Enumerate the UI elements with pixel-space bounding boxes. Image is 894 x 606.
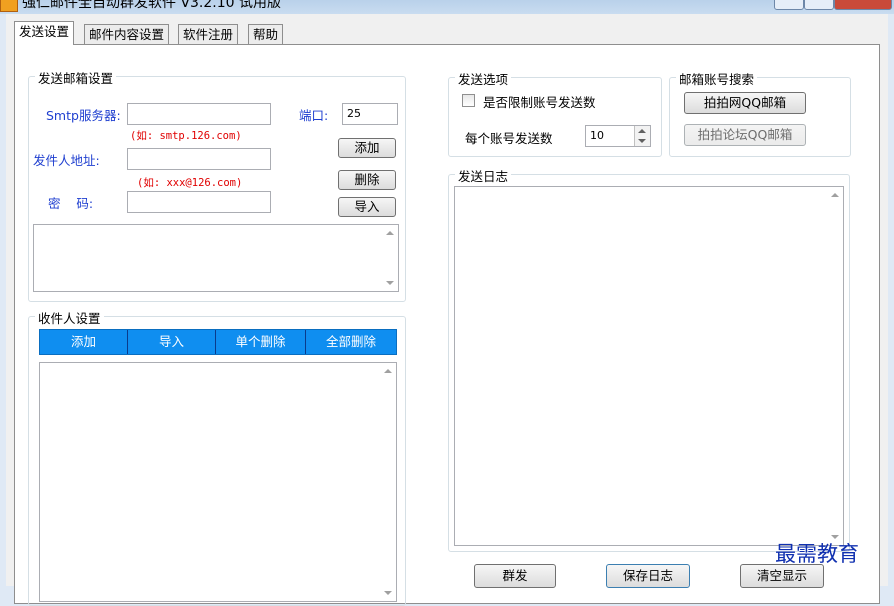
scroll-up-icon[interactable]: [831, 193, 839, 197]
stepper-down-icon[interactable]: [638, 139, 646, 143]
send-options-title: 发送选项: [455, 69, 512, 88]
per-account-value: 10: [590, 129, 604, 142]
scroll-up-icon[interactable]: [386, 231, 394, 235]
sender-settings-title: 发送邮箱设置: [35, 68, 117, 87]
tab-registration[interactable]: 软件注册: [178, 24, 239, 44]
smtp-server-input[interactable]: [127, 103, 271, 125]
close-icon[interactable]: [834, 0, 892, 10]
tab-send-settings[interactable]: 发送设置: [14, 21, 75, 45]
delete-sender-button[interactable]: 删除: [338, 170, 396, 190]
search-qq-mail-button[interactable]: 拍拍网QQ邮箱: [684, 92, 806, 114]
from-address-input[interactable]: [127, 148, 271, 170]
scroll-down-icon[interactable]: [386, 281, 394, 285]
per-account-label: 每个账号发送数: [465, 131, 553, 146]
app-icon: [0, 0, 18, 12]
client-area: 发送设置 邮件内容设置 软件注册 帮助 发送邮箱设置 Smtp服务器: 端口: …: [6, 14, 888, 606]
add-recipient-button[interactable]: 添加: [40, 330, 128, 354]
search-forum-qq-mail-button[interactable]: 拍拍论坛QQ邮箱: [684, 124, 806, 146]
import-sender-button[interactable]: 导入: [338, 197, 396, 217]
window-controls: [774, 0, 894, 10]
recipient-list-box[interactable]: [39, 362, 397, 602]
sender-list-scrollbar[interactable]: [382, 225, 398, 291]
title-bar: 强仁邮件全自动群发软件 V3.2.10 试用版: [0, 0, 894, 14]
per-account-stepper[interactable]: 10: [585, 125, 651, 147]
limit-send-label: 是否限制账号发送数: [483, 95, 596, 110]
smtp-hint: (如: smtp.126.com): [130, 130, 242, 142]
recipient-list-scrollbar[interactable]: [380, 363, 396, 601]
recipient-settings-title: 收件人设置: [35, 308, 104, 327]
import-recipient-button[interactable]: 导入: [128, 330, 216, 354]
maximize-icon[interactable]: [804, 0, 834, 10]
send-log-scrollbar[interactable]: [827, 187, 843, 545]
stepper-arrows[interactable]: [634, 126, 650, 146]
scroll-down-icon[interactable]: [384, 591, 392, 595]
add-sender-button[interactable]: 添加: [338, 138, 396, 158]
window-title: 强仁邮件全自动群发软件 V3.2.10 试用版: [22, 0, 282, 11]
sender-list-box[interactable]: [33, 224, 399, 292]
scroll-up-icon[interactable]: [384, 369, 392, 373]
port-label: 端口:: [299, 108, 329, 123]
recipient-toolbar: 添加 导入 单个删除 全部删除: [39, 329, 397, 355]
send-log-box[interactable]: [454, 186, 844, 546]
stepper-up-icon[interactable]: [638, 129, 646, 133]
save-log-button[interactable]: 保存日志: [606, 564, 690, 588]
delete-all-recipients-button[interactable]: 全部删除: [306, 330, 396, 354]
mass-send-button[interactable]: 群发: [474, 564, 556, 588]
minimize-icon[interactable]: [774, 0, 804, 10]
limit-send-checkbox[interactable]: [462, 94, 475, 107]
mailbox-search-title: 邮箱账号搜索: [676, 69, 758, 88]
delete-one-recipient-button[interactable]: 单个删除: [216, 330, 306, 354]
watermark-logo: 最需教育: [775, 542, 859, 566]
tab-mail-content[interactable]: 邮件内容设置: [84, 24, 170, 44]
tab-help[interactable]: 帮助: [248, 24, 284, 44]
smtp-label: Smtp服务器:: [46, 108, 121, 123]
password-label: 密 码:: [48, 196, 94, 211]
send-log-title: 发送日志: [455, 166, 512, 185]
password-input[interactable]: [127, 191, 271, 213]
from-address-hint: (如: xxx@126.com): [137, 177, 243, 189]
from-address-label: 发件人地址:: [33, 153, 100, 168]
port-input[interactable]: 25: [342, 103, 398, 125]
